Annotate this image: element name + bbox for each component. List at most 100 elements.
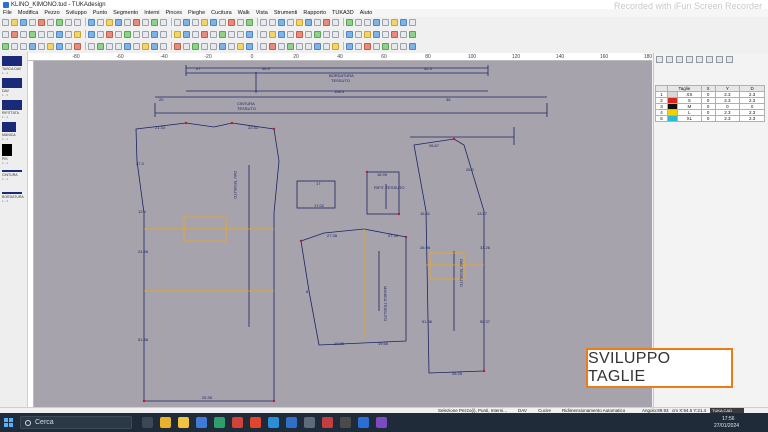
toolbar-tool-button[interactable] [115, 42, 122, 50]
toolbar-tool-button[interactable] [88, 30, 95, 38]
toolbar-tool-button[interactable] [355, 18, 362, 26]
menu-punto[interactable]: Punto [90, 10, 110, 16]
toolbar-tool-button[interactable] [183, 30, 190, 38]
toolbar-tool-button[interactable] [183, 42, 190, 50]
toolbar-tool-button[interactable] [287, 30, 294, 38]
toolbar-tool-button[interactable] [174, 30, 181, 38]
toolbar-tool-button[interactable] [219, 18, 226, 26]
toolbar-tool-button[interactable] [183, 18, 190, 26]
toolbar-tool-button[interactable] [287, 42, 294, 50]
toolbar-tool-button[interactable] [409, 18, 416, 26]
toolbar-tool-button[interactable] [210, 30, 217, 38]
toolbar-tool-button[interactable] [65, 42, 72, 50]
taskbar-app-icon[interactable] [340, 417, 351, 428]
file-explorer-icon[interactable] [178, 417, 189, 428]
toolbar-tool-button[interactable] [260, 42, 267, 50]
toolbar-tool-button[interactable] [346, 18, 353, 26]
toolbar-tool-button[interactable] [382, 18, 389, 26]
toolbar-tool-button[interactable] [237, 42, 244, 50]
toolbar-tool-button[interactable] [246, 18, 253, 26]
toolbar-tool-button[interactable] [29, 30, 36, 38]
pattern-point[interactable] [482, 369, 486, 373]
piece-list-item[interactable]: BORDATURA 1 - 2 [2, 188, 26, 203]
taskbar-app-icon[interactable] [268, 417, 279, 428]
toolbar-tool-button[interactable] [56, 18, 63, 26]
pattern-point[interactable] [184, 121, 188, 125]
toolbar-tool-button[interactable] [355, 42, 362, 50]
menu-rapporto[interactable]: Rapporto [300, 10, 329, 16]
drawing-canvas[interactable]: BORDATURA TESSUTO CINTURA TESSUTO DAV TE… [34, 61, 652, 407]
toolbar-tool-button[interactable] [332, 18, 339, 26]
toolbar-tool-button[interactable] [278, 30, 285, 38]
toolbar-tool-button[interactable] [142, 18, 149, 26]
pattern-point[interactable] [397, 212, 401, 216]
toolbar-tool-button[interactable] [382, 30, 389, 38]
toolbar-tool-button[interactable] [269, 30, 276, 38]
toolbar-tool-button[interactable] [246, 42, 253, 50]
toolbar-tool-button[interactable] [192, 18, 199, 26]
toolbar-tool-button[interactable] [124, 18, 131, 26]
toolbar-tool-button[interactable] [269, 18, 276, 26]
toolbar-tool-button[interactable] [314, 18, 321, 26]
menu-tuka3d[interactable]: TUKA3D [329, 10, 357, 16]
toolbar-tool-button[interactable] [20, 42, 27, 50]
toolbar-tool-button[interactable] [332, 30, 339, 38]
toolbar-tool-button[interactable] [29, 42, 36, 50]
toolbar-tool-button[interactable] [133, 18, 140, 26]
tuka-app-icon[interactable] [196, 417, 207, 428]
toolbar-tool-button[interactable] [38, 42, 45, 50]
toolbar-tool-button[interactable] [38, 18, 45, 26]
menu-vista[interactable]: Vista [253, 10, 271, 16]
toolbar-tool-button[interactable] [88, 18, 95, 26]
toolbar-tool-button[interactable] [228, 42, 235, 50]
toolbar-tool-button[interactable] [246, 30, 253, 38]
toolbar-tool-button[interactable] [409, 42, 416, 50]
toolbar-tool-button[interactable] [151, 18, 158, 26]
menu-walk[interactable]: Walk [235, 10, 253, 16]
pattern-point[interactable] [365, 170, 369, 174]
pattern-point[interactable] [299, 239, 303, 243]
toolbar-tool-button[interactable] [97, 42, 104, 50]
toolbar-tool-button[interactable] [29, 18, 36, 26]
toolbar-tool-button[interactable] [323, 42, 330, 50]
toolbar-tool-button[interactable] [47, 42, 54, 50]
piece-list-item[interactable]: RIFITTATA 1 - 1 [2, 100, 26, 119]
toolbar-tool-button[interactable] [391, 18, 398, 26]
pattern-point[interactable] [272, 127, 276, 131]
toolbar-tool-button[interactable] [237, 30, 244, 38]
menu-cucitura[interactable]: Cucitura [208, 10, 234, 16]
toolbar-tool-button[interactable] [11, 30, 18, 38]
toolbar-tool-button[interactable] [364, 30, 371, 38]
toolbar-tool-button[interactable] [47, 18, 54, 26]
toolbar-tool-button[interactable] [210, 42, 217, 50]
piece-list-item[interactable]: MANICA 1 - 1 [2, 122, 26, 141]
toolbar-tool-button[interactable] [287, 18, 294, 26]
pattern-point[interactable] [230, 121, 234, 125]
toolbar-tool-button[interactable] [296, 18, 303, 26]
toolbar-tool-button[interactable] [400, 42, 407, 50]
toolbar-tool-button[interactable] [56, 30, 63, 38]
menu-pieghe[interactable]: Pieghe [185, 10, 208, 16]
toolbar-tool-button[interactable] [106, 30, 113, 38]
toolbar-tool-button[interactable] [142, 42, 149, 50]
toolbar-tool-button[interactable] [20, 30, 27, 38]
menu-sviluppo[interactable]: Sviluppo [63, 10, 90, 16]
taskbar-search[interactable]: Cerca [20, 416, 132, 429]
toolbar-tool-button[interactable] [391, 30, 398, 38]
toolbar-tool-button[interactable] [373, 30, 380, 38]
toolbar-tool-button[interactable] [174, 42, 181, 50]
windows-start-icon[interactable] [4, 418, 13, 427]
toolbar-tool-button[interactable] [210, 18, 217, 26]
menu-strumenti[interactable]: Strumenti [271, 10, 301, 16]
pattern-point[interactable] [142, 399, 146, 403]
toolbar-tool-button[interactable] [305, 42, 312, 50]
toolbar-tool-button[interactable] [74, 30, 81, 38]
toolbar-tool-button[interactable] [192, 42, 199, 50]
taskbar-app-icon[interactable] [250, 417, 261, 428]
toolbar-tool-button[interactable] [115, 30, 122, 38]
toolbar-tool-button[interactable] [201, 30, 208, 38]
toolbar-tool-button[interactable] [391, 42, 398, 50]
taskbar-app-icon[interactable] [358, 417, 369, 428]
toolbar-tool-button[interactable] [323, 30, 330, 38]
toolbar-tool-button[interactable] [65, 30, 72, 38]
